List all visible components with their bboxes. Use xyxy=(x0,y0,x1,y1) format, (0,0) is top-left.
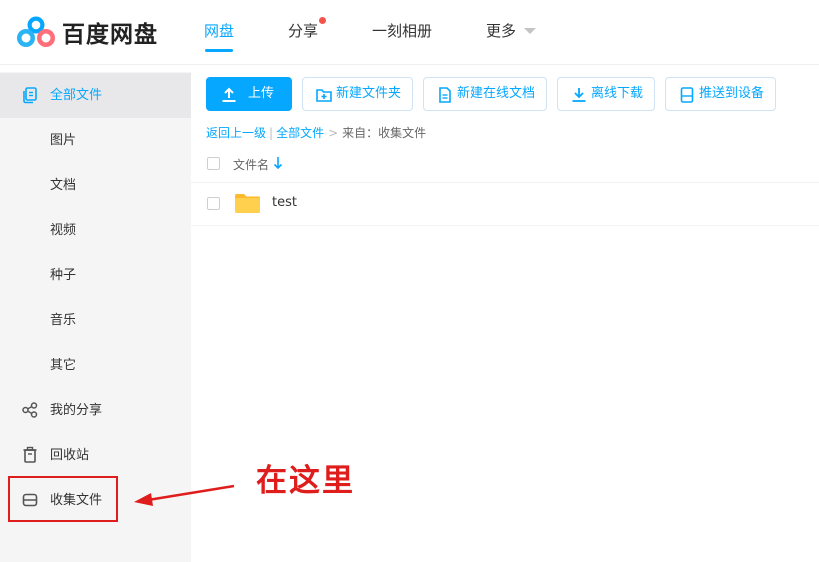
sidebar-item-documents[interactable]: 文档 xyxy=(0,163,191,208)
row-checkbox[interactable] xyxy=(207,197,220,210)
sidebar-item-all-files[interactable]: 全部文件 xyxy=(0,73,191,118)
new-folder-button[interactable]: 新建文件夹 xyxy=(302,77,413,111)
new-online-doc-button[interactable]: 新建在线文档 xyxy=(423,77,547,111)
download-icon xyxy=(572,88,586,102)
chevron-down-icon xyxy=(524,27,537,34)
sidebar-item-label: 图片 xyxy=(50,133,77,148)
sidebar-item-label: 种子 xyxy=(50,268,77,283)
sidebar-item-images[interactable]: 图片 xyxy=(0,118,191,163)
notification-dot xyxy=(319,17,327,24)
upload-icon xyxy=(222,87,236,102)
new-online-doc-button-label: 新建在线文档 xyxy=(457,86,536,101)
copy-files-icon xyxy=(23,87,37,104)
top-nav: 网盘 分享 一刻相册 更多 xyxy=(204,0,537,64)
all-files-link[interactable]: 全部文件 xyxy=(276,126,324,140)
sidebar-item-my-shares[interactable]: 我的分享 xyxy=(0,388,191,433)
push-to-device-button-label: 推送到设备 xyxy=(699,86,765,101)
upload-button-label: 上传 xyxy=(248,86,275,101)
upload-button[interactable]: 上传 xyxy=(206,77,292,111)
sort-down-icon[interactable] xyxy=(273,156,283,170)
sidebar-item-label: 视频 xyxy=(50,223,77,238)
sidebar-item-recycle-bin[interactable]: 回收站 xyxy=(0,433,191,478)
sidebar-item-music[interactable]: 音乐 xyxy=(0,298,191,343)
file-list-header: 文件名 xyxy=(191,146,819,183)
push-to-device-button[interactable]: 推送到设备 xyxy=(665,77,776,111)
app-title: 百度网盘 xyxy=(62,22,158,48)
nav-item-album[interactable]: 一刻相册 xyxy=(372,0,432,64)
trash-icon xyxy=(23,446,37,463)
annotation-label: 在这里 xyxy=(256,463,355,499)
breadcrumb-divider: | xyxy=(269,126,274,140)
highlight-box xyxy=(8,476,118,522)
sidebar-item-label: 文档 xyxy=(50,178,77,193)
sidebar-item-torrents[interactable]: 种子 xyxy=(0,253,191,298)
back-link[interactable]: 返回上一级 xyxy=(206,126,266,140)
nav-item-more[interactable]: 更多 xyxy=(486,0,537,64)
offline-download-button[interactable]: 离线下载 xyxy=(557,77,655,111)
folder-plus-icon xyxy=(316,89,332,102)
share-nodes-icon xyxy=(22,402,38,418)
nav-item-share[interactable]: 分享 xyxy=(288,0,327,64)
device-icon xyxy=(680,87,694,103)
breadcrumb-current: 来自：收集文件 xyxy=(342,126,427,140)
nav-item-netdisk[interactable]: 网盘 xyxy=(204,0,234,64)
arrow-left-icon xyxy=(134,484,235,506)
sidebar-item-label: 我的分享 xyxy=(50,403,103,418)
top-header: 百度网盘 网盘 分享 一刻相册 更多 xyxy=(0,0,819,65)
logo[interactable]: 百度网盘 xyxy=(16,14,158,50)
new-folder-button-label: 新建文件夹 xyxy=(336,86,402,101)
sidebar-item-videos[interactable]: 视频 xyxy=(0,208,191,253)
file-name[interactable]: test xyxy=(272,195,297,210)
folder-icon xyxy=(235,194,260,213)
sidebar-item-label: 全部文件 xyxy=(50,88,103,103)
sidebar-item-label: 回收站 xyxy=(50,448,90,463)
baidu-cloud-logo-icon xyxy=(17,16,55,47)
breadcrumb: 返回上一级 | 全部文件 > 来自：收集文件 xyxy=(206,124,426,141)
sidebar-item-other[interactable]: 其它 xyxy=(0,343,191,388)
table-row[interactable]: test xyxy=(191,183,819,226)
breadcrumb-separator: > xyxy=(328,126,339,140)
offline-download-button-label: 离线下载 xyxy=(591,86,644,101)
sidebar-item-label: 其它 xyxy=(50,358,77,373)
nav-item-label: 分享 xyxy=(288,22,319,40)
sidebar-item-label: 音乐 xyxy=(50,313,77,328)
column-header-filename[interactable]: 文件名 xyxy=(233,156,269,173)
nav-item-label: 更多 xyxy=(486,22,517,40)
document-icon xyxy=(439,87,451,103)
select-all-checkbox[interactable] xyxy=(207,157,220,170)
